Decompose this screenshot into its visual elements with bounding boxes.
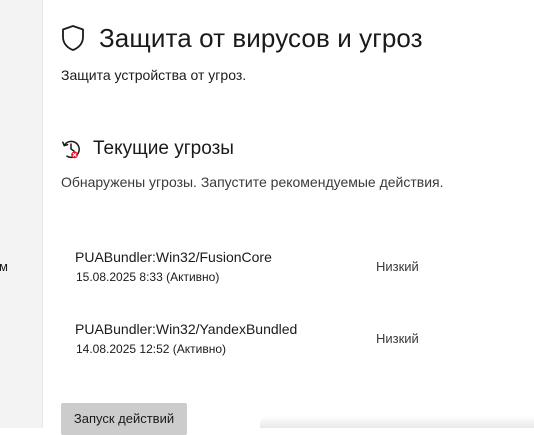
section-description: Обнаружены угрозы. Запустите рекомендуем… [61,174,444,190]
current-threats-header: Текущие угрозы [61,136,234,162]
start-actions-button[interactable]: Запуск действий [61,403,187,435]
page-title: Защита от вирусов и угроз [99,22,423,53]
threat-level: Низкий [376,331,419,346]
navigation-pane: м [0,0,43,428]
shield-icon [61,23,87,53]
threat-clock-icon [61,138,81,160]
threat-name: PUABundler:Win32/FusionCore [75,249,272,265]
threat-meta: 14.08.2025 12:52 (Активно) [76,342,227,356]
threat-item[interactable]: PUABundler:Win32/YandexBundled 14.08.202… [75,321,515,361]
threat-meta: 15.08.2025 8:33 (Активно) [76,270,220,284]
threat-item[interactable]: PUABundler:Win32/FusionCore 15.08.2025 8… [75,249,515,289]
notification-shadow [260,416,534,428]
page-header: Защита от вирусов и угроз [61,20,423,56]
section-title: Текущие угрозы [93,138,234,159]
page-subtitle: Защита устройства от угроз. [61,67,247,83]
threat-level: Низкий [376,259,419,274]
nav-item-fragment[interactable]: м [0,259,8,275]
threat-name: PUABundler:Win32/YandexBundled [75,321,298,337]
